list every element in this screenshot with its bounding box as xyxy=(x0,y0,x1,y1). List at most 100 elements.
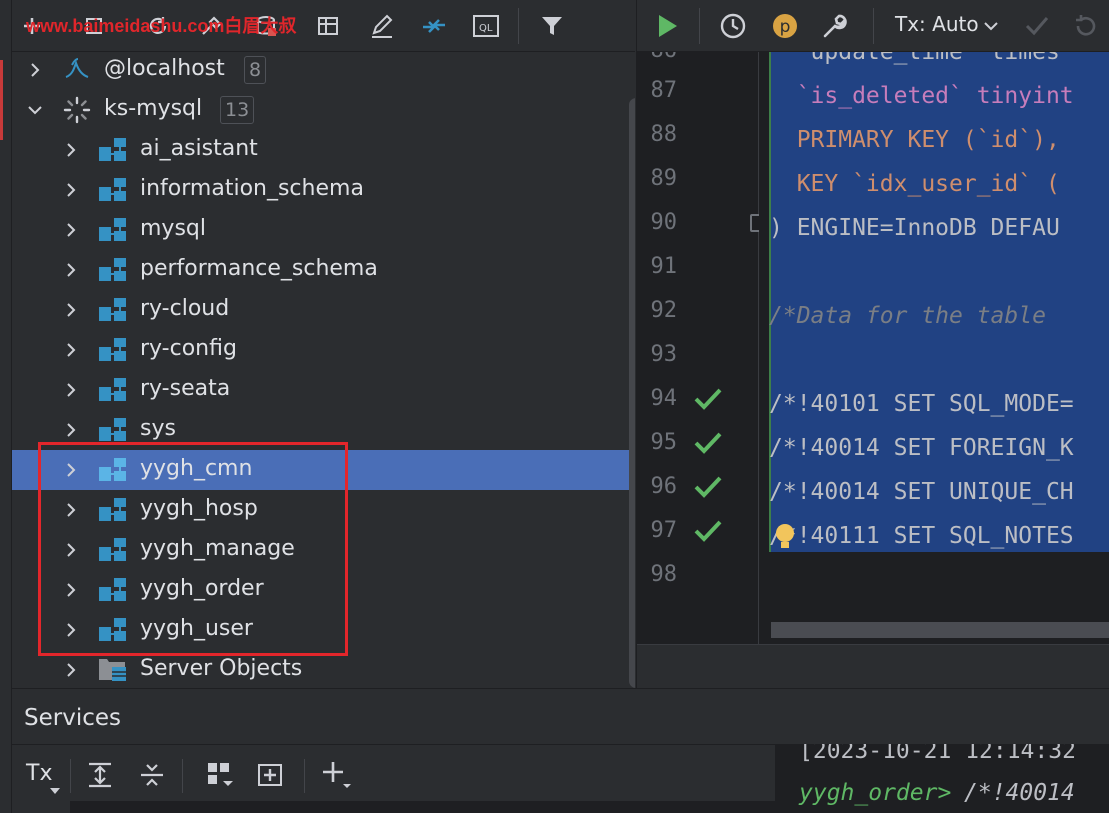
chevron-right-icon[interactable] xyxy=(64,223,78,237)
tree-schema-information-schema[interactable]: information_schema xyxy=(12,170,634,210)
database-tree: @localhost 8 ks-mysql 13 ai_asistant inf… xyxy=(12,52,635,688)
chevron-right-icon[interactable] xyxy=(28,63,42,77)
add-icon[interactable] xyxy=(318,757,354,793)
copy-icon[interactable] xyxy=(78,10,110,42)
tree-schema-ai-asistant[interactable]: ai_asistant xyxy=(12,130,634,170)
chevron-right-icon[interactable] xyxy=(64,423,78,437)
edit-icon[interactable] xyxy=(366,10,398,42)
executed-check-icon xyxy=(693,516,723,546)
chevron-right-icon[interactable] xyxy=(64,143,78,157)
refresh-icon[interactable] xyxy=(142,10,174,42)
schema-icon xyxy=(98,335,128,365)
rollback-icon[interactable] xyxy=(1069,10,1101,42)
schema-icon xyxy=(98,575,128,605)
filter-icon[interactable] xyxy=(536,10,568,42)
collapse-all-icon[interactable] xyxy=(134,757,170,793)
code-line: /*!40014 SET UNIQUE_CH xyxy=(769,479,1074,505)
chevron-right-icon[interactable] xyxy=(64,263,78,277)
line-number: 92 xyxy=(650,298,678,323)
wrench-icon[interactable] xyxy=(819,10,851,42)
tree-schema-yygh-cmn[interactable]: yygh_cmn xyxy=(12,450,634,490)
schema-label: ry-cloud xyxy=(140,296,230,321)
schema-label: information_schema xyxy=(140,176,364,201)
tree-schema-yygh-order[interactable]: yygh_order xyxy=(12,570,634,610)
chevron-right-icon[interactable] xyxy=(64,303,78,317)
left-tool-strip xyxy=(0,0,12,813)
tree-schema-yygh-hosp[interactable]: yygh_hosp xyxy=(12,490,634,530)
tree-schema-sys[interactable]: sys xyxy=(12,410,634,450)
tree-schema-ry-config[interactable]: ry-config xyxy=(12,330,634,370)
query-console-icon[interactable]: QL xyxy=(470,10,502,42)
schema-label: yygh_manage xyxy=(140,536,295,561)
schema-icon xyxy=(98,415,128,445)
line-number: 95 xyxy=(650,430,678,455)
history-clock-icon[interactable] xyxy=(717,10,749,42)
tx-mode-select[interactable]: Tx: Auto xyxy=(895,12,979,36)
tree-connection-localhost[interactable]: @localhost 8 xyxy=(12,52,634,90)
tree-schema-ry-seata[interactable]: ry-seata xyxy=(12,370,634,410)
code-line: /*Data for the table xyxy=(769,303,1060,329)
database-explorer-toolbar: QL www.baimeidashu.com白眉大叔 xyxy=(12,0,635,52)
tree-schema-yygh-user[interactable]: yygh_user xyxy=(12,610,634,650)
toolbar-separator xyxy=(70,759,71,793)
expand-all-icon[interactable] xyxy=(82,757,118,793)
editor-horizontal-scrollbar[interactable] xyxy=(771,622,1109,638)
chevron-right-icon[interactable] xyxy=(64,503,78,517)
tree-connection-ks-mysql[interactable]: ks-mysql 13 xyxy=(12,90,634,130)
chevron-right-icon[interactable] xyxy=(64,183,78,197)
add-icon[interactable] xyxy=(16,10,48,42)
tree-schema-yygh-manage[interactable]: yygh_manage xyxy=(12,530,634,570)
schema-settings-icon[interactable] xyxy=(196,10,228,42)
tx-button[interactable]: Tx xyxy=(26,761,52,786)
tree-server-objects[interactable]: Server Objects xyxy=(12,650,634,688)
chevron-right-icon[interactable] xyxy=(64,383,78,397)
console-command: /*!40014 xyxy=(964,780,1075,806)
intention-bulb-icon[interactable] xyxy=(773,522,797,556)
add-service-icon[interactable] xyxy=(252,757,288,793)
line-number: 89 xyxy=(650,166,678,191)
disconnect-icon[interactable] xyxy=(250,10,282,42)
run-icon[interactable] xyxy=(651,10,683,42)
tree-schema-ry-cloud[interactable]: ry-cloud xyxy=(12,290,634,330)
tree-schema-mysql[interactable]: mysql xyxy=(12,210,634,250)
executed-check-icon xyxy=(693,472,723,502)
line-number: 96 xyxy=(650,474,678,499)
chevron-down-icon[interactable] xyxy=(983,18,999,37)
line-number: 90 xyxy=(650,210,678,235)
schema-label: mysql xyxy=(140,216,206,241)
services-tree[interactable] xyxy=(70,801,775,813)
executed-check-icon xyxy=(693,384,723,414)
tree-schema-performance-schema[interactable]: performance_schema xyxy=(12,250,634,290)
schema-icon xyxy=(98,255,128,285)
tree-scrollbar[interactable] xyxy=(629,98,635,688)
line-number: 91 xyxy=(650,254,678,279)
schema-label: ai_asistant xyxy=(140,136,258,161)
group-by-icon[interactable] xyxy=(202,757,238,793)
profile-letter: p xyxy=(780,17,791,37)
commit-check-icon[interactable] xyxy=(1021,10,1053,42)
executed-check-icon xyxy=(693,428,723,458)
dropdown-arrow-icon[interactable] xyxy=(50,781,60,800)
chevron-right-icon[interactable] xyxy=(64,343,78,357)
chevron-down-icon[interactable] xyxy=(28,103,42,117)
sql-editor[interactable]: 86 87 88 89 90 91 92 93 94 95 96 97 98 `… xyxy=(636,52,1109,688)
chevron-right-icon[interactable] xyxy=(64,623,78,637)
code-line: ) ENGINE=InnoDB DEFAU xyxy=(769,215,1060,241)
chevron-right-icon[interactable] xyxy=(64,583,78,597)
server-objects-label: Server Objects xyxy=(140,656,303,681)
connection-label: ks-mysql xyxy=(104,96,203,121)
schema-icon xyxy=(98,495,128,525)
code-line: `is_deleted` tinyint xyxy=(769,83,1074,109)
schema-icon xyxy=(98,455,128,485)
chevron-right-icon[interactable] xyxy=(64,463,78,477)
schema-icon xyxy=(98,295,128,325)
jump-to-source-icon[interactable] xyxy=(418,10,450,42)
chevron-right-icon[interactable] xyxy=(64,543,78,557)
services-console-output[interactable]: [2023-10-21 12:14:32 yygh_order> /*!4001… xyxy=(775,744,1109,813)
table-icon[interactable] xyxy=(312,10,344,42)
profile-badge-icon[interactable]: p xyxy=(769,10,801,42)
services-panel-header: Services xyxy=(12,688,1109,744)
code-area[interactable]: `update_time` times `is_deleted` tinyint… xyxy=(759,52,1109,644)
schema-label: ry-config xyxy=(140,336,237,361)
chevron-right-icon[interactable] xyxy=(64,663,78,677)
